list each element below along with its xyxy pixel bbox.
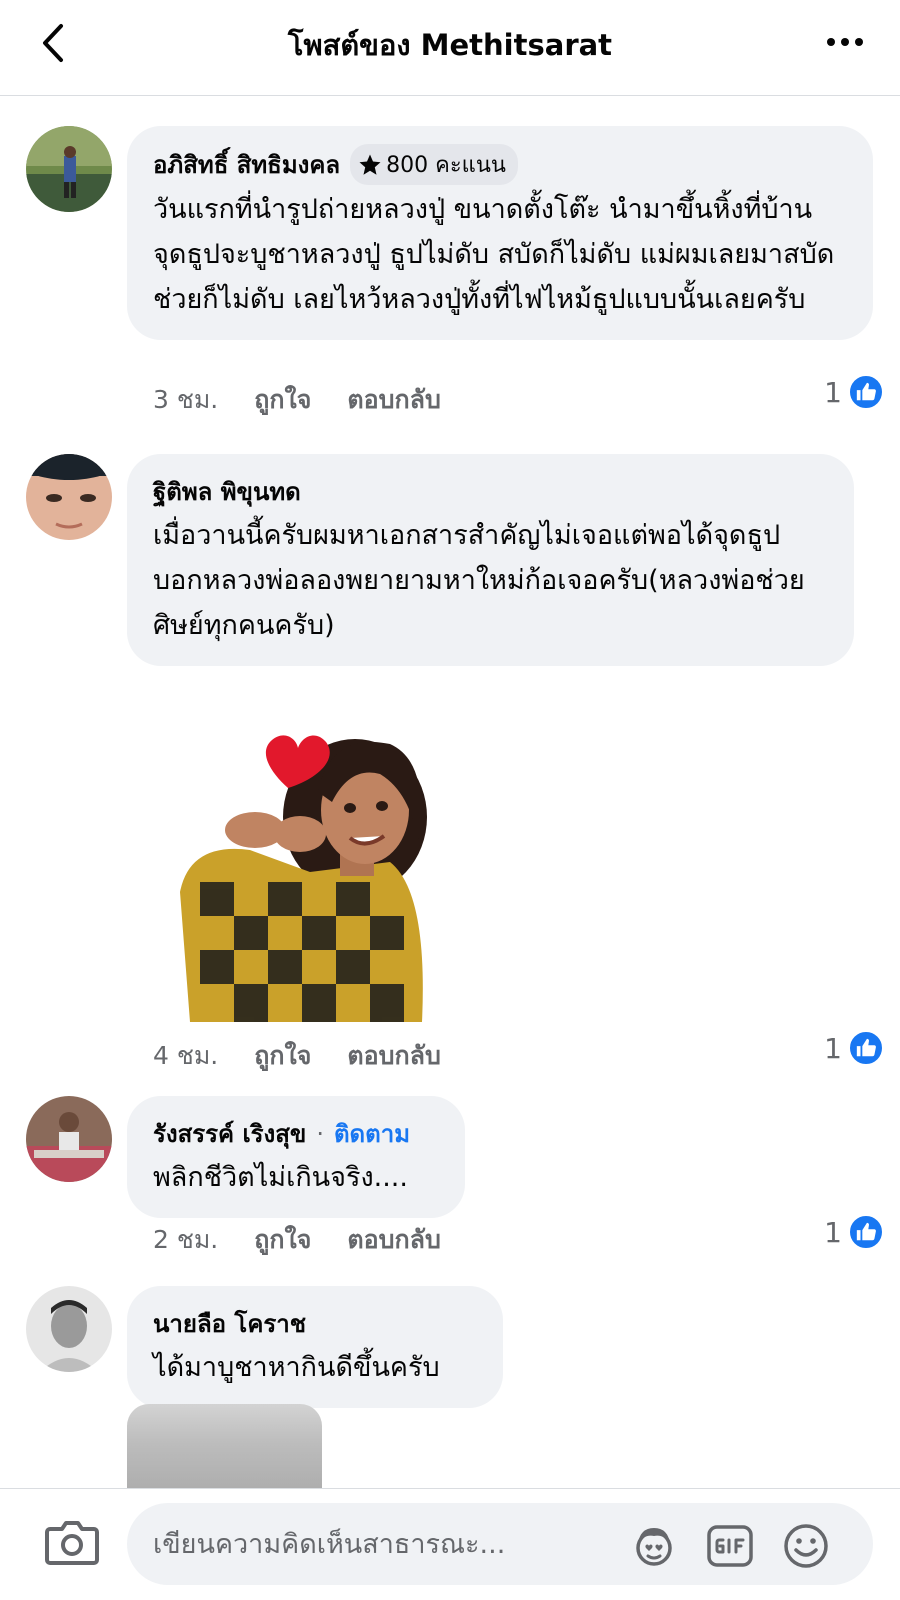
- back-button[interactable]: [30, 20, 76, 66]
- star-icon: [359, 154, 381, 175]
- comment-text: เมื่อวานนี้ครับผมหาเอกสารสำคัญไม่เจอแต่พ…: [153, 520, 805, 641]
- avatar-sticker: [180, 735, 427, 1022]
- avatar-photo: [26, 1286, 112, 1372]
- emoji-button[interactable]: [781, 1521, 831, 1571]
- thumbs-up-icon: [848, 374, 884, 410]
- follow-button[interactable]: ติดตาม: [334, 1114, 410, 1153]
- comment-time: 4 ชม.: [153, 1041, 219, 1070]
- camera-icon: [45, 1521, 99, 1565]
- like-button[interactable]: ถูกใจ: [254, 1036, 311, 1076]
- avatar-photo: [26, 126, 112, 212]
- avatar-sticker-icon: [636, 1528, 672, 1566]
- gif-button[interactable]: [705, 1521, 755, 1571]
- reaction-count: 1: [824, 375, 842, 409]
- avatar[interactable]: [26, 126, 112, 212]
- author-row: รังสรรค์ เริงสุข · ติดตาม: [153, 1114, 439, 1153]
- comment-time: 2 ชม.: [153, 1225, 219, 1254]
- reply-button[interactable]: ตอบกลับ: [347, 380, 440, 420]
- comment-text: ได้มาบูชาหากินดีขึ้นครับ: [153, 1352, 440, 1383]
- avatar[interactable]: [26, 1286, 112, 1372]
- comment-bubble: อภิสิทธิ์ สิทธิมงคล 800 คะแนน วันแรกที่น…: [127, 126, 873, 340]
- sticker-image[interactable]: [160, 722, 460, 1022]
- top-bar: โพสต์ของ Methitsarat: [0, 0, 900, 96]
- comment-author[interactable]: รังสรรค์ เริงสุข: [153, 1114, 306, 1153]
- page-title: โพสต์ของ Methitsarat: [287, 28, 613, 62]
- reaction-summary[interactable]: 1: [824, 374, 884, 410]
- more-options-button[interactable]: [820, 22, 870, 62]
- like-button[interactable]: ถูกใจ: [254, 380, 311, 420]
- avatar-photo: [26, 1096, 112, 1182]
- comment-author[interactable]: นายลือ โคราช: [153, 1304, 306, 1343]
- reply-button[interactable]: ตอบกลับ: [347, 1220, 440, 1260]
- comment-actions: 4 ชม. ถูกใจ ตอบกลับ: [153, 1036, 441, 1076]
- comment-input-container: [127, 1503, 873, 1585]
- avatar[interactable]: [26, 1096, 112, 1182]
- reaction-count: 1: [824, 1031, 842, 1065]
- avatar-sticker-button[interactable]: [629, 1521, 679, 1571]
- comment-input[interactable]: [153, 1503, 613, 1585]
- comment-time: 3 ชม.: [153, 385, 219, 414]
- chevron-left-icon: [43, 24, 63, 62]
- separator-dot: ·: [316, 1119, 324, 1148]
- comment-text: วันแรกที่นำรูปถ่ายหลวงปู่ ขนาดตั้งโต๊ะ น…: [153, 194, 835, 315]
- author-row: นายลือ โคราช: [153, 1304, 477, 1343]
- more-dot: [841, 38, 849, 46]
- thumbs-up-icon: [848, 1214, 884, 1250]
- reaction-summary[interactable]: 1: [824, 1030, 884, 1066]
- avatar-photo: [26, 454, 112, 540]
- comment-bubble: ฐิติพล พิขุนทด เมื่อวานนี้ครับผมหาเอกสาร…: [127, 454, 854, 666]
- reaction-count: 1: [824, 1215, 842, 1249]
- comment-author[interactable]: ฐิติพล พิขุนทด: [153, 472, 301, 511]
- comment-bubble: รังสรรค์ เริงสุข · ติดตาม พลิกชีวิตไม่เก…: [127, 1096, 465, 1218]
- avatar[interactable]: [26, 454, 112, 540]
- author-row: อภิสิทธิ์ สิทธิมงคล 800 คะแนน: [153, 144, 847, 185]
- gif-icon: [707, 1525, 753, 1567]
- like-button[interactable]: ถูกใจ: [254, 1220, 311, 1260]
- comment-actions: 2 ชม. ถูกใจ ตอบกลับ: [153, 1220, 441, 1260]
- thumbs-up-icon: [848, 1030, 884, 1066]
- comment-text: พลิกชีวิตไม่เกินจริง....: [153, 1162, 408, 1193]
- camera-button[interactable]: [44, 1517, 100, 1567]
- more-horizontal-icon: [827, 38, 835, 46]
- author-row: ฐิติพล พิขุนทด: [153, 472, 828, 511]
- comment-actions: 3 ชม. ถูกใจ ตอบกลับ: [153, 380, 441, 420]
- points-badge: 800 คะแนน: [350, 144, 518, 185]
- reaction-summary[interactable]: 1: [824, 1214, 884, 1250]
- comment-author[interactable]: อภิสิทธิ์ สิทธิมงคล: [153, 145, 340, 184]
- points-badge-label: 800 คะแนน: [386, 153, 506, 178]
- comment-composer: [0, 1488, 900, 1600]
- comment-bubble: นายลือ โคราช ได้มาบูชาหากินดีขึ้นครับ: [127, 1286, 503, 1408]
- emoji-icon: [784, 1524, 828, 1568]
- more-dot: [855, 38, 863, 46]
- reply-button[interactable]: ตอบกลับ: [347, 1036, 440, 1076]
